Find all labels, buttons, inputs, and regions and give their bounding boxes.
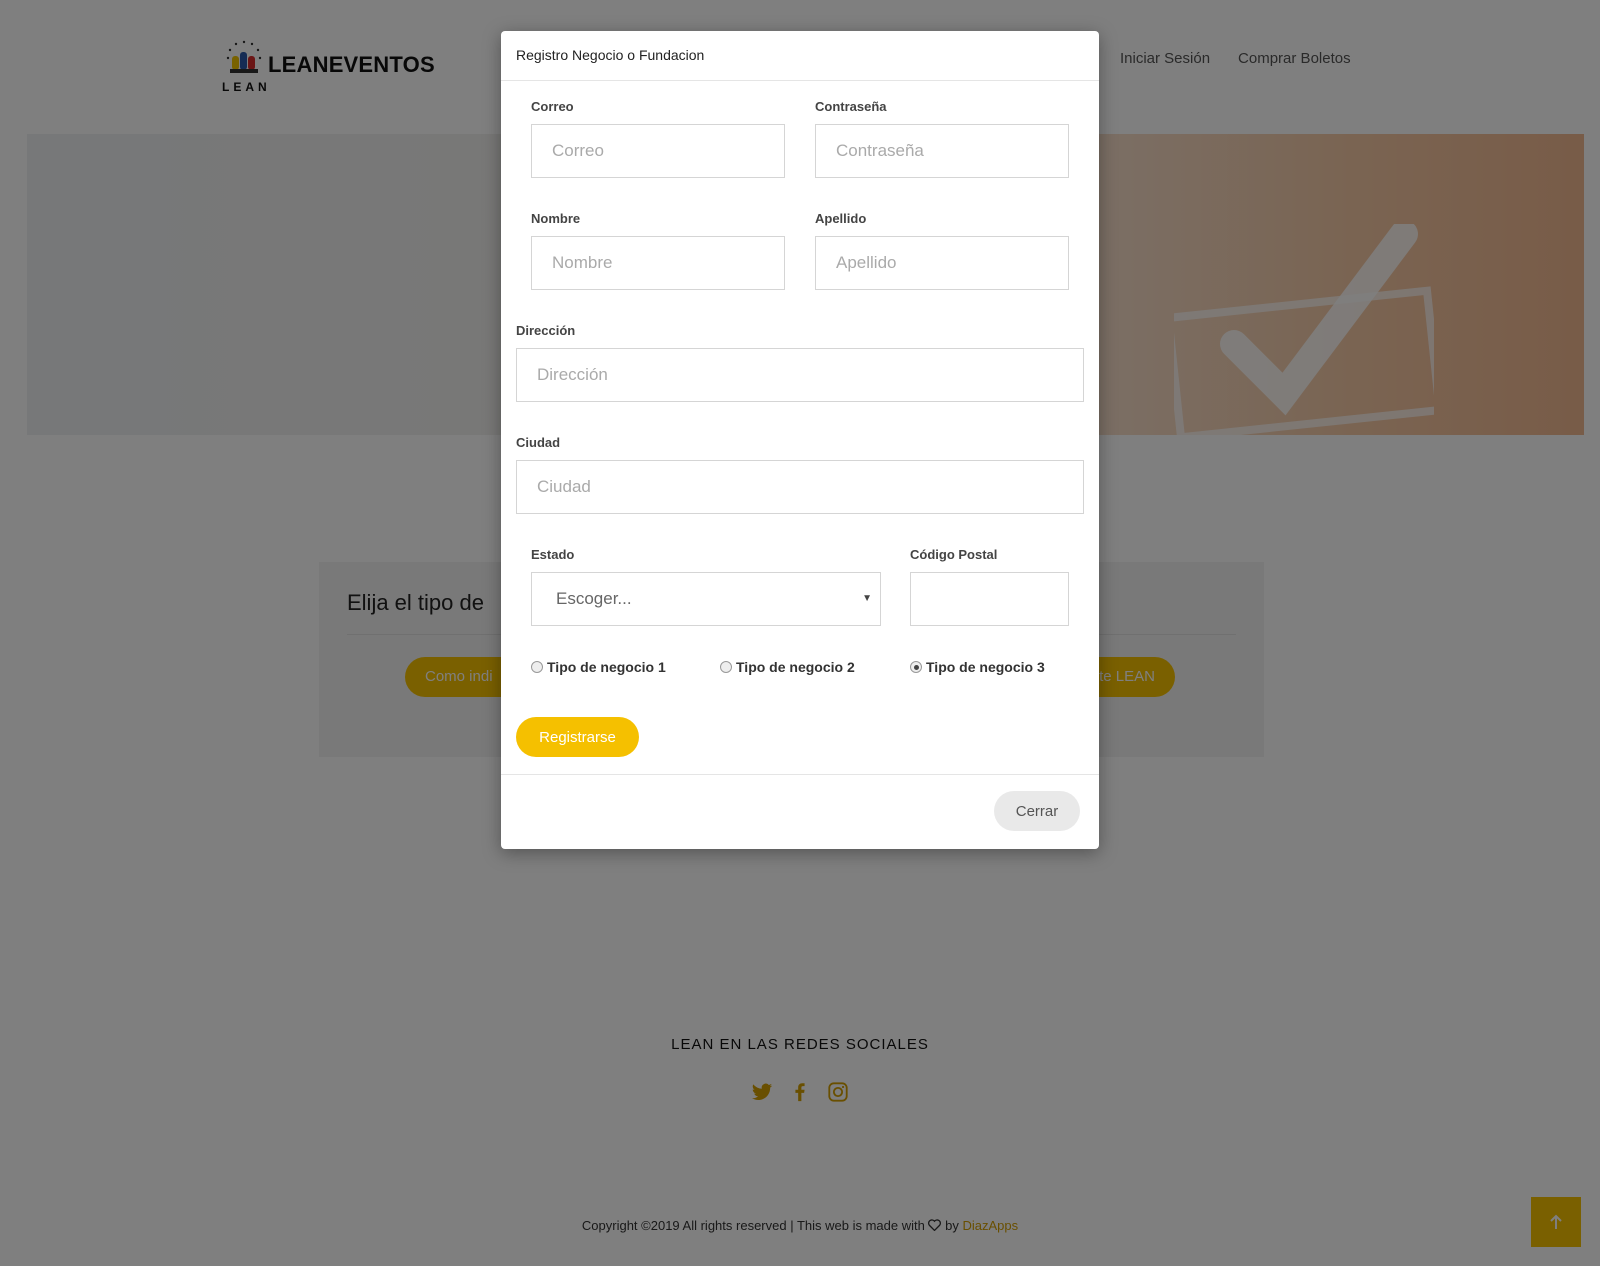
direccion-input[interactable]: [516, 348, 1084, 402]
estado-label: Estado: [531, 547, 575, 562]
ciudad-input[interactable]: [516, 460, 1084, 514]
ciudad-label: Ciudad: [516, 435, 561, 450]
estado-selected-value: Escoger...: [556, 589, 632, 608]
caret-down-icon: ▼: [862, 593, 872, 604]
correo-input[interactable]: [531, 124, 785, 178]
business-type-1-label: Tipo de negocio 1: [547, 659, 666, 675]
close-button[interactable]: Cerrar: [994, 791, 1080, 831]
direccion-label: Dirección: [516, 323, 576, 338]
register-button[interactable]: Registrarse: [516, 717, 639, 757]
modal-header: Registro Negocio o Fundacion: [501, 31, 1099, 81]
modal-footer: Cerrar: [501, 774, 1099, 849]
business-type-2-label: Tipo de negocio 2: [736, 659, 855, 675]
codigo-postal-label: Código Postal: [910, 547, 998, 562]
estado-select[interactable]: Escoger... ▼: [531, 572, 881, 626]
business-type-3-option[interactable]: Tipo de negocio 3: [910, 659, 1045, 675]
registration-modal: Registro Negocio o Fundacion Correo Cont…: [501, 31, 1099, 849]
correo-label: Correo: [531, 99, 574, 114]
radio-unchecked-icon[interactable]: [720, 661, 732, 673]
apellido-label: Apellido: [815, 211, 867, 226]
nombre-input[interactable]: [531, 236, 785, 290]
contrasena-input[interactable]: [815, 124, 1069, 178]
apellido-input[interactable]: [815, 236, 1069, 290]
business-type-2-option[interactable]: Tipo de negocio 2: [720, 659, 855, 675]
modal-title: Registro Negocio o Fundacion: [516, 47, 705, 63]
business-type-1-option[interactable]: Tipo de negocio 1: [531, 659, 666, 675]
contrasena-label: Contraseña: [815, 99, 887, 114]
radio-checked-icon[interactable]: [910, 661, 922, 673]
codigo-postal-input[interactable]: [910, 572, 1069, 626]
business-type-3-label: Tipo de negocio 3: [926, 659, 1045, 675]
nombre-label: Nombre: [531, 211, 581, 226]
radio-unchecked-icon[interactable]: [531, 661, 543, 673]
business-type-radio-group: Tipo de negocio 1 Tipo de negocio 2 Tipo…: [501, 659, 1099, 679]
